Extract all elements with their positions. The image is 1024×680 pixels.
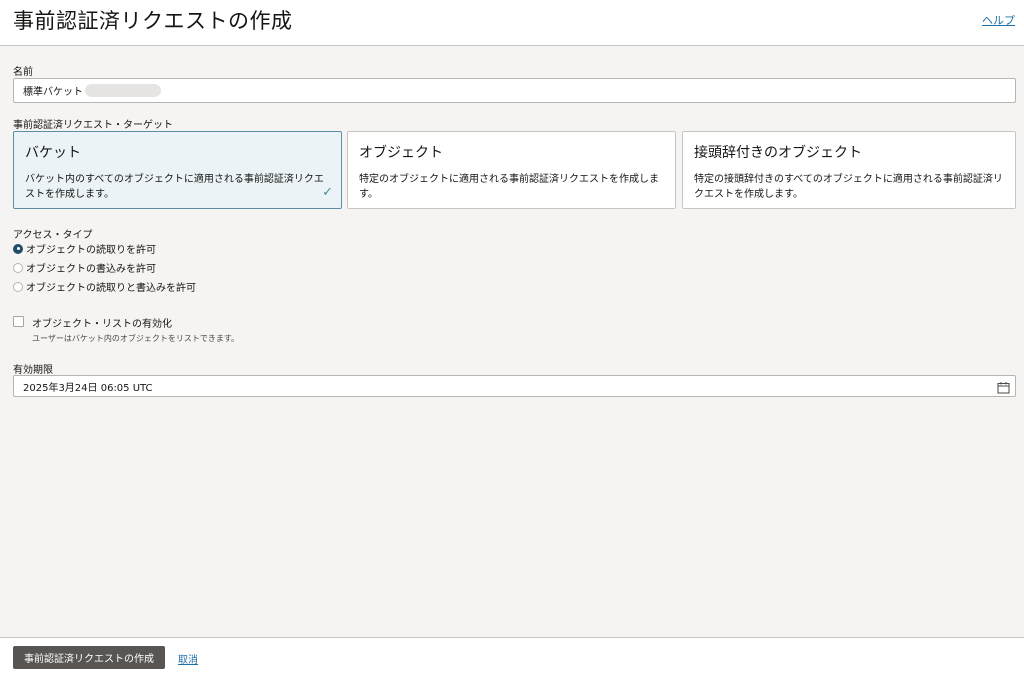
tile-description: 特定のオブジェクトに適用される事前認証済リクエストを作成します。 [359, 174, 659, 200]
radio-label: オブジェクトの読取りを許可 [26, 245, 156, 256]
redacted-text [85, 84, 161, 97]
object-listing-checkbox[interactable] [13, 316, 24, 327]
radio-button[interactable] [13, 281, 23, 292]
target-label: 事前認証済リクエスト・ターゲット [13, 120, 173, 131]
radio-button[interactable] [13, 243, 23, 254]
target-tile-bucket[interactable]: バケット バケット内のすべてのオブジェクトに適用される事前認証済リクエストを作成… [13, 131, 342, 209]
tile-description: バケット内のすべてのオブジェクトに適用される事前認証済リクエストを作成します。 [25, 174, 324, 200]
object-listing-label[interactable]: オブジェクト・リストの有効化 [32, 315, 172, 330]
tile-title: 接頭辞付きのオブジェクト [694, 145, 862, 161]
page-title: 事前認証済リクエストの作成 [13, 9, 293, 33]
check-icon: ✓ [322, 185, 333, 200]
expiration-value: 2025年3月24日 06:05 UTC [23, 382, 153, 394]
tile-title: オブジェクト [359, 145, 443, 161]
tile-title: バケット [25, 145, 81, 161]
name-input-value: 標準バケット [23, 87, 83, 98]
access-type-label: アクセス・タイプ [13, 230, 93, 241]
name-label: 名前 [13, 67, 33, 78]
object-listing-hint: ユーザーはバケット内のオブジェクトをリストできます。 [32, 334, 240, 343]
target-tile-object[interactable]: オブジェクト 特定のオブジェクトに適用される事前認証済リクエストを作成します。 [347, 131, 676, 209]
radio-label: オブジェクトの読取りと書込みを許可 [26, 283, 196, 294]
radio-button[interactable] [13, 262, 23, 273]
access-option-write[interactable]: オブジェクトの書込みを許可 [13, 260, 156, 275]
page-footer: 事前認証済リクエストの作成 取消 [0, 637, 1024, 680]
name-input[interactable]: 標準バケット [13, 78, 1016, 103]
calendar-icon[interactable] [997, 381, 1010, 394]
expiration-label: 有効期限 [13, 365, 53, 376]
access-option-read-write[interactable]: オブジェクトの読取りと書込みを許可 [13, 279, 196, 294]
page-header: 事前認証済リクエストの作成 ヘルプ [0, 0, 1024, 46]
target-tile-prefix-objects[interactable]: 接頭辞付きのオブジェクト 特定の接頭辞付きのすべてのオブジェクトに適用される事前… [682, 131, 1016, 209]
radio-label: オブジェクトの書込みを許可 [26, 264, 156, 275]
create-button[interactable]: 事前認証済リクエストの作成 [13, 646, 165, 669]
cancel-link[interactable]: 取消 [178, 651, 198, 666]
access-option-read[interactable]: オブジェクトの読取りを許可 [13, 241, 156, 256]
help-link[interactable]: ヘルプ [982, 12, 1015, 28]
tile-description: 特定の接頭辞付きのすべてのオブジェクトに適用される事前認証済リクエストを作成しま… [694, 174, 1003, 200]
expiration-input[interactable]: 2025年3月24日 06:05 UTC [13, 375, 1016, 397]
